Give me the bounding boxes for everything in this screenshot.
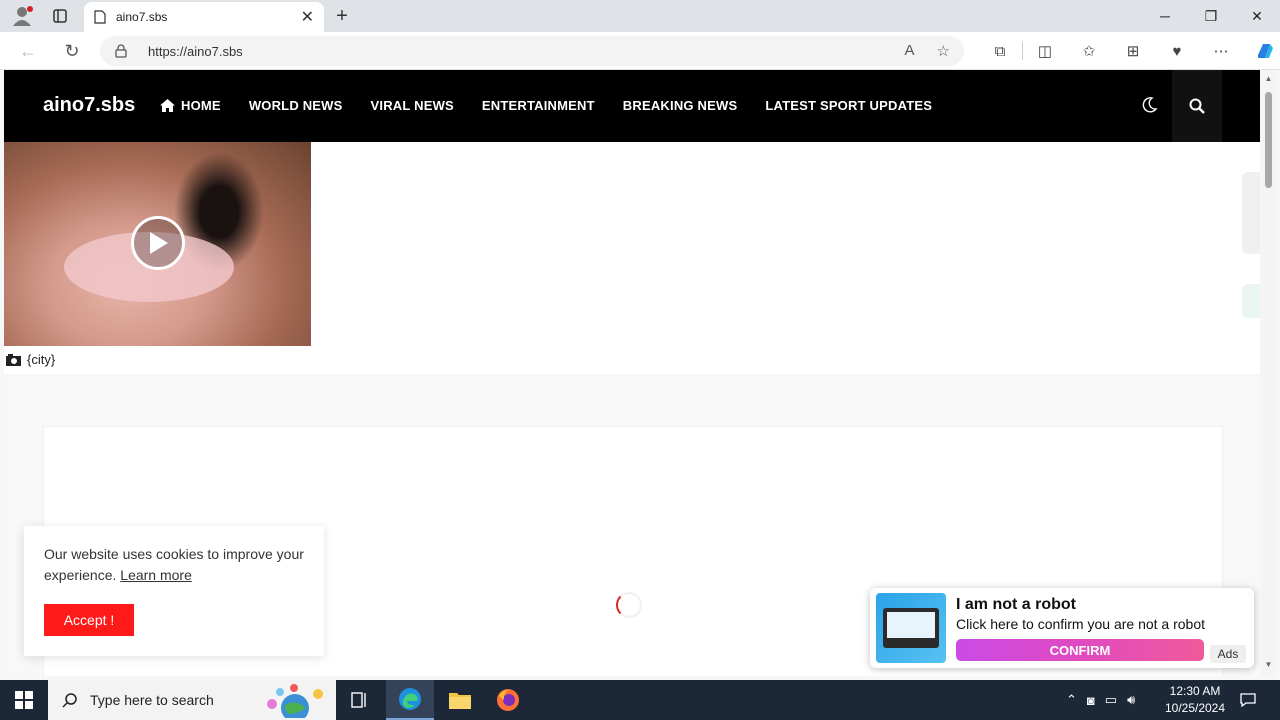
nav-latest-sport-updates[interactable]: LATEST SPORT UPDATES <box>765 98 932 113</box>
robot-ad-popup[interactable]: I am not a robot Click here to confirm y… <box>870 588 1254 668</box>
tab-title: aino7.sbs <box>116 10 168 24</box>
camera-icon <box>6 353 21 366</box>
tab-active[interactable]: aino7.sbs ✕ <box>84 2 324 32</box>
confirm-button[interactable]: CONFIRM <box>956 639 1204 661</box>
extensions-icon[interactable]: ⧉ <box>978 36 1022 66</box>
close-window-button[interactable]: ✕ <box>1234 0 1280 32</box>
lock-icon <box>115 44 127 58</box>
page-scrollbar[interactable]: ▲ ▼ <box>1261 70 1276 676</box>
windows-logo-icon <box>15 691 33 709</box>
side-widget[interactable] <box>1242 172 1260 254</box>
nav-entertainment[interactable]: ENTERTAINMENT <box>482 98 595 113</box>
network-icon[interactable]: ▭ <box>1105 692 1117 708</box>
search-highlight-image <box>267 684 323 718</box>
meet-now-icon[interactable]: ◙ <box>1087 693 1095 708</box>
ads-badge: Ads <box>1210 645 1246 663</box>
edge-taskbar-icon[interactable] <box>386 680 434 720</box>
new-tab-button[interactable]: + <box>330 4 354 28</box>
loading-spinner <box>616 592 642 618</box>
refresh-button[interactable]: ↻ <box>58 38 86 64</box>
scrollbar-thumb[interactable] <box>1265 92 1272 188</box>
address-bar[interactable]: https://aino7.sbs A ☆ <box>100 36 964 66</box>
collections-icon[interactable]: ⊞ <box>1111 36 1155 66</box>
learn-more-link[interactable]: Learn more <box>120 567 192 583</box>
taskbar-clock[interactable]: 12:30 AM 10/25/2024 <box>1160 683 1230 717</box>
home-icon <box>160 99 175 112</box>
file-explorer-icon[interactable] <box>436 680 484 720</box>
search-icon <box>1189 98 1205 114</box>
minimize-button[interactable]: ─ <box>1142 0 1188 32</box>
url-text: https://aino7.sbs <box>148 43 243 59</box>
side-widget[interactable] <box>1242 284 1260 318</box>
favorites-icon[interactable]: ✩ <box>1067 36 1111 66</box>
taskbar-search-placeholder: Type here to search <box>90 692 214 708</box>
cookie-banner: Our website uses cookies to improve your… <box>24 526 324 656</box>
play-icon[interactable] <box>131 216 185 270</box>
nav-world-news[interactable]: WORLD NEWS <box>249 98 343 113</box>
browser-essentials-icon[interactable]: ♥ <box>1155 36 1199 66</box>
ad-heading: I am not a robot <box>956 596 1076 613</box>
restore-button[interactable]: ❐ <box>1188 0 1234 32</box>
clock-time: 12:30 AM <box>1169 684 1221 698</box>
site-header: aino7.sbs HOME WORLD NEWS VIRAL NEWS ENT… <box>4 70 1260 142</box>
split-screen-icon[interactable]: ◫ <box>1023 36 1067 66</box>
address-toolbar: ← ↻ https://aino7.sbs A ☆ ⧉ ◫ ✩ ⊞ ♥ ⋯ <box>0 32 1280 70</box>
site-logo[interactable]: aino7.sbs <box>43 94 135 117</box>
page-icon <box>94 10 106 24</box>
profile-icon[interactable] <box>8 4 36 28</box>
nav-viral-news[interactable]: VIRAL NEWS <box>371 98 454 113</box>
notifications-icon[interactable] <box>1232 680 1264 720</box>
nav-home[interactable]: HOME <box>160 98 221 113</box>
web-page: aino7.sbs HOME WORLD NEWS VIRAL NEWS ENT… <box>4 70 1260 676</box>
main-nav: HOME WORLD NEWS VIRAL NEWS ENTERTAINMENT… <box>160 98 932 113</box>
ad-subtext: Click here to confirm you are not a robo… <box>956 616 1206 632</box>
favorite-star-icon[interactable]: ☆ <box>937 42 950 60</box>
windows-taskbar: Type here to search ⌃ ◙ ▭ 🔊︎ 12:30 AM 10… <box>0 680 1280 720</box>
volume-icon[interactable]: 🔊︎ <box>1127 692 1135 708</box>
nav-breaking-news[interactable]: BREAKING NEWS <box>623 98 738 113</box>
video-thumbnail[interactable] <box>4 142 311 346</box>
start-button[interactable] <box>0 680 48 720</box>
system-tray: ⌃ ◙ ▭ 🔊︎ <box>1066 680 1135 720</box>
accept-cookies-button[interactable]: Accept ! <box>44 604 134 636</box>
taskbar-search[interactable]: Type here to search <box>48 680 336 720</box>
search-button[interactable] <box>1172 70 1222 142</box>
task-view-icon[interactable] <box>336 680 384 720</box>
clock-date: 10/25/2024 <box>1164 701 1226 715</box>
city-caption: {city} <box>6 352 55 367</box>
show-hidden-icons-icon[interactable]: ⌃ <box>1066 692 1077 708</box>
copilot-icon[interactable] <box>1243 36 1280 66</box>
search-icon <box>62 693 77 708</box>
more-menu-icon[interactable]: ⋯ <box>1199 36 1243 66</box>
dark-mode-moon-icon[interactable] <box>1140 96 1158 114</box>
featured-section: {city} <box>4 142 1260 374</box>
close-tab-icon[interactable]: ✕ <box>301 7 314 27</box>
cookie-text: Our website uses cookies to improve your… <box>44 546 304 583</box>
browser-tab-bar: aino7.sbs ✕ + ─ ❐ ✕ <box>0 0 1280 32</box>
laptop-image <box>876 593 946 663</box>
firefox-icon[interactable] <box>484 680 532 720</box>
read-aloud-icon[interactable]: A <box>905 42 915 60</box>
tab-actions-icon[interactable] <box>46 4 74 28</box>
back-button[interactable]: ← <box>14 38 42 64</box>
